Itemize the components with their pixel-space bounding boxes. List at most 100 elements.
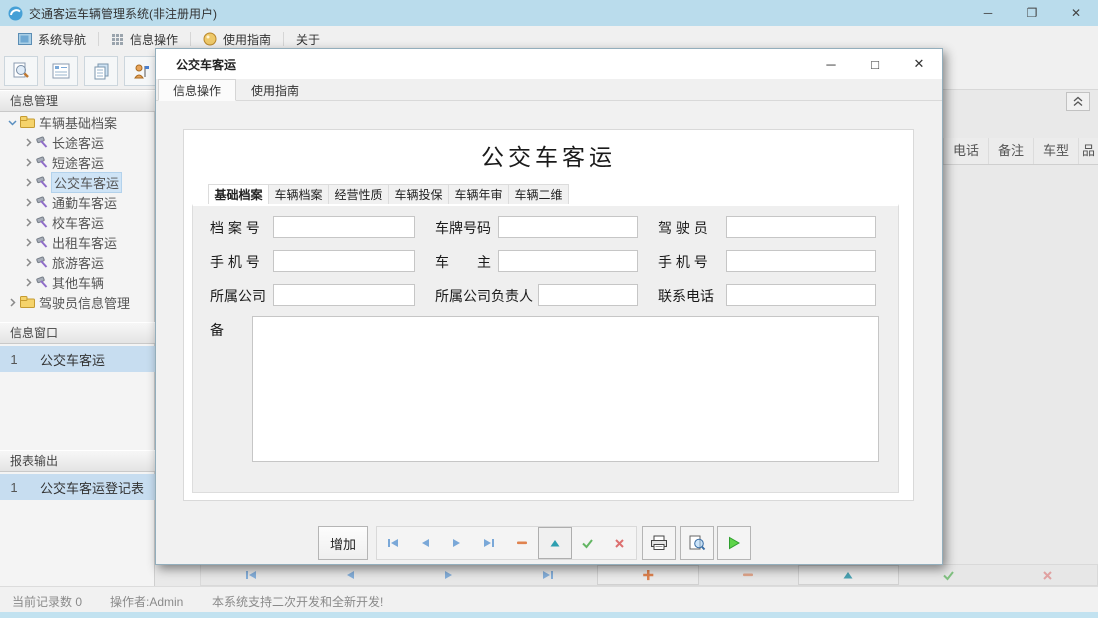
company-head-field[interactable] <box>538 284 638 306</box>
dlg-delete-record-button[interactable] <box>506 527 538 559</box>
column-header: 备注 <box>988 138 1033 164</box>
print-button[interactable] <box>642 526 676 560</box>
pages-icon <box>93 63 110 80</box>
contact-phone-field[interactable] <box>726 284 876 306</box>
tree-item-xiaoche[interactable]: 校车客运 <box>0 212 155 232</box>
form-tool-button[interactable] <box>44 56 78 86</box>
menu-item-label: 系统导航 <box>38 31 86 48</box>
next-record-button[interactable] <box>399 565 498 585</box>
collapse-panel-button[interactable] <box>1066 92 1090 111</box>
tree-item-lvyou[interactable]: 旅游客运 <box>0 252 155 272</box>
dlg-first-record-button[interactable] <box>377 527 409 559</box>
first-record-button[interactable] <box>201 565 300 585</box>
menu-item-system-nav[interactable]: 系统导航 <box>6 26 98 52</box>
driver-label: 驾 驶 员 <box>658 218 708 238</box>
dlg-edit-record-button[interactable] <box>538 527 572 559</box>
tab-business-nature[interactable]: 经营性质 <box>328 184 389 205</box>
menu-item-label: 信息操作 <box>130 31 178 48</box>
print-preview-button[interactable] <box>680 526 714 560</box>
tree-item-label: 校车客运 <box>52 213 104 232</box>
mobile-label: 手 机 号 <box>210 252 260 272</box>
cancel-record-button[interactable] <box>998 565 1097 585</box>
tool-icon <box>36 236 48 248</box>
dialog-close-button[interactable]: ✕ <box>904 49 934 79</box>
dialog-tab-info-ops[interactable]: 信息操作 <box>158 79 236 101</box>
tree-item-qita[interactable]: 其他车辆 <box>0 272 155 292</box>
dialog-maximize-button[interactable]: □ <box>860 49 890 79</box>
restore-button[interactable]: ❐ <box>1010 0 1054 26</box>
owner-label: 车 主 <box>435 252 491 272</box>
remark-field[interactable] <box>252 316 879 462</box>
preview-tool-button[interactable] <box>4 56 38 86</box>
tool-icon <box>36 156 48 168</box>
company-field[interactable] <box>273 284 415 306</box>
archive-no-label: 档 案 号 <box>210 218 260 238</box>
tree-item-duantu[interactable]: 短途客运 <box>0 152 155 172</box>
chevron-right-icon <box>22 238 34 247</box>
tree-item-tongqin[interactable]: 通勤车客运 <box>0 192 155 212</box>
company-label: 所属公司 <box>210 286 266 306</box>
status-operator: 操作者:Admin <box>110 593 183 610</box>
dialog-heading: 公交车客运 <box>184 138 913 172</box>
tab-annual-review[interactable]: 车辆年审 <box>448 184 509 205</box>
insert-record-button[interactable] <box>597 565 698 585</box>
dialog-tab-guide[interactable]: 使用指南 <box>236 79 314 101</box>
owner-mobile-field[interactable] <box>726 250 876 272</box>
delete-record-button[interactable] <box>699 565 798 585</box>
row-index: 1 <box>0 352 28 367</box>
printer-icon <box>650 535 668 551</box>
mobile-field[interactable] <box>273 250 415 272</box>
tree-item-vehicle-archive-root[interactable]: 车辆基础档案 <box>0 112 155 132</box>
dlg-post-record-button[interactable] <box>572 527 604 559</box>
plate-no-field[interactable] <box>498 216 638 238</box>
dialog-button-bar: 增加 <box>156 526 942 560</box>
window-icon <box>18 33 32 45</box>
info-window-row[interactable]: 1 公交车客运 <box>0 346 155 372</box>
tab-basic-archive[interactable]: 基础档案 <box>208 184 269 205</box>
chevron-right-icon <box>6 298 18 307</box>
dialog-tab-bar: 信息操作 使用指南 <box>156 79 942 101</box>
row-label: 公交车客运 <box>40 350 105 369</box>
tree-item-driver-root[interactable]: 驾驶员信息管理 <box>0 292 155 312</box>
tree-item-chuzu[interactable]: 出租车客运 <box>0 232 155 252</box>
tree-item-changtu[interactable]: 长途客运 <box>0 132 155 152</box>
add-button[interactable]: 增加 <box>318 526 368 560</box>
tree-item-label: 旅游客运 <box>52 253 104 272</box>
user-tool-button[interactable] <box>124 56 158 86</box>
column-header: 品 <box>1078 138 1098 164</box>
dialog-minimize-button[interactable]: ─ <box>816 49 846 79</box>
dlg-last-record-button[interactable] <box>473 527 505 559</box>
sidebar: 信息管理 车辆基础档案 长途客运 短途客运 公交车客运 通勤车客运 <box>0 90 155 586</box>
tool-icon <box>36 256 48 268</box>
post-record-button[interactable] <box>899 565 998 585</box>
last-record-button[interactable] <box>498 565 597 585</box>
tab-vehicle-2d[interactable]: 车辆二维 <box>508 184 569 205</box>
column-header: 电话 <box>943 138 988 164</box>
column-header: 车型 <box>1033 138 1078 164</box>
tab-vehicle-archive[interactable]: 车辆档案 <box>268 184 329 205</box>
dlg-prev-record-button[interactable] <box>409 527 441 559</box>
document-tool-button[interactable] <box>84 56 118 86</box>
dialog-groupbox: 公交车客运 基础档案 车辆档案 经营性质 车辆投保 车辆年审 车辆二维 档 案 … <box>183 129 914 501</box>
tab-insurance[interactable]: 车辆投保 <box>388 184 449 205</box>
contact-phone-label: 联系电话 <box>658 286 714 306</box>
run-button[interactable] <box>717 526 751 560</box>
basic-archive-form: 档 案 号 车牌号码 驾 驶 员 手 机 号 车 主 手 机 号 所属公司 所属… <box>192 204 899 493</box>
dlg-next-record-button[interactable] <box>441 527 473 559</box>
minimize-button[interactable]: ─ <box>966 0 1010 26</box>
prev-record-button[interactable] <box>300 565 399 585</box>
sidebar-header-info-window: 信息窗口 <box>0 322 155 344</box>
tree-item-gongjiao[interactable]: 公交车客运 <box>0 172 155 192</box>
report-output-row[interactable]: 1 公交车客运登记表 <box>0 474 155 500</box>
dlg-cancel-record-button[interactable] <box>604 527 636 559</box>
driver-field[interactable] <box>726 216 876 238</box>
search-doc-icon <box>12 62 30 80</box>
menu-item-label: 关于 <box>296 31 320 48</box>
owner-field[interactable] <box>498 250 638 272</box>
tool-icon <box>36 136 48 148</box>
archive-no-field[interactable] <box>273 216 415 238</box>
status-bar: 当前记录数 0 操作者:Admin 本系统支持二次开发和全新开发! <box>0 586 1098 612</box>
edit-record-button[interactable] <box>798 565 899 585</box>
close-button[interactable]: ✕ <box>1054 0 1098 26</box>
bus-dialog-window: 公交车客运 ─ □ ✕ 信息操作 使用指南 公交车客运 基础档案 车辆档案 经营… <box>155 48 943 565</box>
